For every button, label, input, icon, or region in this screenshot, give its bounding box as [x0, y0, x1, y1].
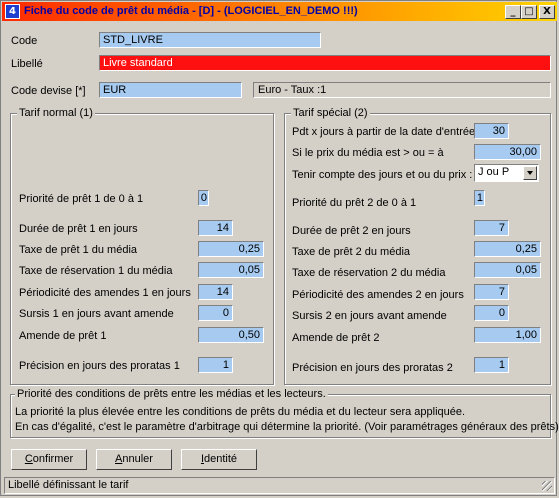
- amende-1-label: Amende de prêt 1: [19, 330, 107, 342]
- duree-2-field[interactable]: 7: [474, 220, 509, 236]
- info-line-2: En cas d'égalité, c'est le paramètre d'a…: [15, 421, 559, 433]
- devise-label: Code devise [*]: [11, 85, 86, 97]
- info-title: Priorité des conditions de prêts entre l…: [15, 388, 328, 400]
- app-icon: 4: [5, 4, 20, 19]
- pdt-jours-field[interactable]: 30: [474, 123, 509, 139]
- main-window: 4 Fiche du code de prêt du média - [D] -…: [0, 0, 559, 496]
- sursis-1-label: Sursis 1 en jours avant amende: [19, 308, 174, 320]
- periodicite-2-label: Périodicité des amendes 2 en jours: [292, 289, 464, 301]
- taxe-pret-2-field[interactable]: 0,25: [474, 241, 541, 257]
- periodicite-2-field[interactable]: 7: [474, 284, 509, 300]
- libelle-value: Livre standard: [103, 57, 173, 69]
- tenir-compte-label: Tenir compte des jours et ou du prix :: [292, 169, 473, 181]
- minimize-button[interactable]: _: [505, 5, 521, 19]
- devise-field[interactable]: EUR: [99, 82, 242, 98]
- taxe-reservation-1-field[interactable]: 0,05: [198, 262, 264, 278]
- status-text: Libellé définissant le tarif: [8, 479, 129, 491]
- tarif-special-title: Tarif spécial (2): [291, 107, 370, 119]
- taxe-pret-2-label: Taxe de prêt 2 du média: [292, 246, 411, 258]
- precision-2-field[interactable]: 1: [474, 357, 509, 373]
- maximize-button[interactable]: □: [521, 5, 537, 19]
- sursis-2-label: Sursis 2 en jours avant amende: [292, 310, 447, 322]
- close-button[interactable]: X: [539, 5, 555, 19]
- duree-2-label: Durée de prêt 2 en jours: [292, 225, 411, 237]
- devise-info: Euro - Taux :1: [253, 82, 551, 98]
- duree-1-label: Durée de prêt 1 en jours: [19, 223, 138, 235]
- window-title: Fiche du code de prêt du média - [D] - (…: [24, 5, 358, 17]
- priorite-1-field[interactable]: 0: [198, 190, 209, 206]
- code-field[interactable]: STD_LIVRE: [99, 32, 321, 48]
- precision-1-field[interactable]: 1: [198, 357, 233, 373]
- priorite-1-label: Priorité de prêt 1 de 0 à 1: [19, 193, 144, 205]
- tenir-compte-select[interactable]: J ou P: [474, 164, 539, 182]
- priorite-2-label: Priorité du prêt 2 de 0 à 1: [292, 197, 417, 209]
- sursis-2-field[interactable]: 0: [474, 305, 509, 321]
- prix-media-field[interactable]: 30,00: [474, 144, 541, 160]
- periodicite-1-label: Périodicité des amendes 1 en jours: [19, 287, 191, 299]
- code-label: Code: [11, 35, 38, 47]
- taxe-pret-1-field[interactable]: 0,25: [198, 241, 264, 257]
- resize-grip-icon[interactable]: [542, 481, 552, 491]
- libelle-field[interactable]: Livre standard: [99, 55, 551, 71]
- identity-button[interactable]: Identité: [181, 449, 257, 470]
- tenir-compte-value: J ou P: [478, 166, 510, 178]
- prix-media-label: Si le prix du média est > ou = à: [292, 147, 444, 159]
- tarif-normal-title: Tarif normal (1): [17, 107, 95, 119]
- amende-1-field[interactable]: 0,50: [198, 327, 264, 343]
- taxe-reservation-2-field[interactable]: 0,05: [474, 262, 541, 278]
- amende-2-label: Amende de prêt 2: [292, 332, 380, 344]
- precision-1-label: Précision en jours des proratas 1: [19, 360, 180, 372]
- periodicite-1-field[interactable]: 14: [198, 284, 233, 300]
- amende-2-field[interactable]: 1,00: [474, 327, 541, 343]
- precision-2-label: Précision en jours des proratas 2: [292, 362, 453, 374]
- pdt-jours-label: Pdt x jours à partir de la date d'entrée: [292, 126, 476, 138]
- sursis-1-field[interactable]: 0: [198, 305, 233, 321]
- title-bar: 4 Fiche du code de prêt du média - [D] -…: [2, 2, 557, 21]
- chevron-down-icon[interactable]: [523, 166, 537, 180]
- taxe-reservation-1-label: Taxe de réservation 1 du média: [19, 265, 173, 277]
- cancel-button[interactable]: Annuler: [96, 449, 172, 470]
- taxe-pret-1-label: Taxe de prêt 1 du média: [19, 244, 138, 256]
- taxe-reservation-2-label: Taxe de réservation 2 du média: [292, 267, 446, 279]
- libelle-label: Libellé: [11, 58, 43, 70]
- confirm-button[interactable]: Confirmer: [11, 449, 87, 470]
- status-bar: Libellé définissant le tarif: [4, 477, 555, 494]
- info-line-1: La priorité la plus élevée entre les con…: [15, 406, 466, 418]
- duree-1-field[interactable]: 14: [198, 220, 233, 236]
- priorite-2-field[interactable]: 1: [474, 190, 485, 206]
